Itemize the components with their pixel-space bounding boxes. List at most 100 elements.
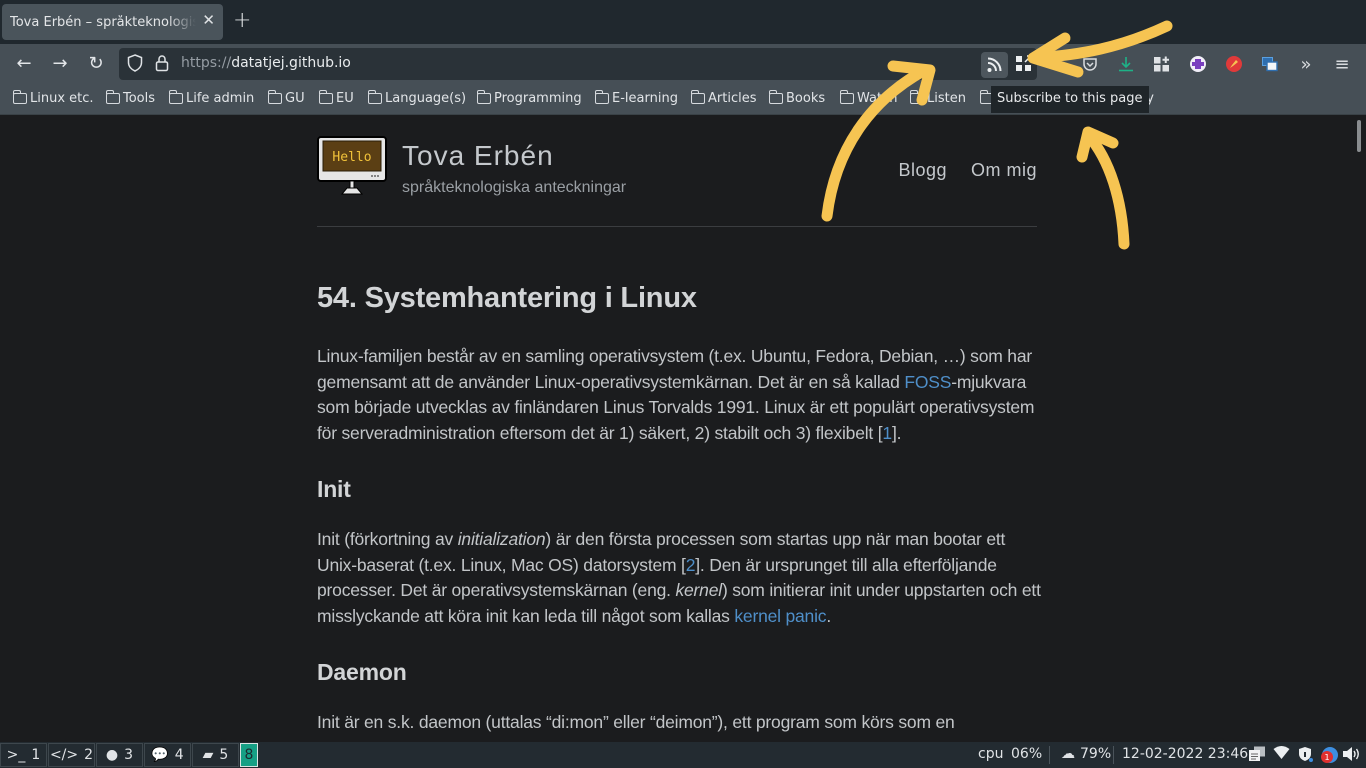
reference-link[interactable]: 2 xyxy=(686,555,696,575)
scrollbar[interactable] xyxy=(1352,116,1366,742)
site-nav: Blogg Om mig xyxy=(898,160,1037,181)
code-icon: </> xyxy=(49,747,79,763)
workspace-number: 3 xyxy=(124,747,134,763)
divider xyxy=(1113,746,1114,764)
bookmark-folder[interactable]: Books xyxy=(769,90,826,106)
reload-icon[interactable]: ↻ xyxy=(84,52,108,76)
folder-icon xyxy=(268,90,282,104)
extensions-icon[interactable] xyxy=(1150,52,1174,76)
url-bar[interactable]: https://datatjej.github.io xyxy=(119,48,1037,80)
section-heading-init: Init xyxy=(317,476,351,502)
folder-icon xyxy=(169,90,183,104)
bookmark-folder[interactable]: Programming xyxy=(477,90,582,106)
bookmark-folder[interactable]: Watch xyxy=(840,90,898,106)
url-host: datatjej.github.io xyxy=(231,55,351,71)
folder-icon xyxy=(691,90,705,104)
workspace-number: 4 xyxy=(174,747,184,763)
url-text[interactable]: https://datatjej.github.io xyxy=(181,55,351,71)
workspace-number: 2 xyxy=(84,747,94,763)
notification-count: 1 xyxy=(1324,753,1329,762)
bookmark-folder[interactable]: EU xyxy=(319,90,354,106)
plus-icon[interactable]: + xyxy=(233,8,251,33)
emphasis: initialization xyxy=(457,529,546,549)
arrow-right-icon[interactable]: → xyxy=(48,52,72,76)
workspace-5[interactable]: ▰ 5 xyxy=(192,743,239,767)
bookmark-label: Articles xyxy=(708,91,757,106)
folder-icon xyxy=(595,90,609,104)
bookmark-label: Life admin xyxy=(186,91,255,106)
bookmark-folder[interactable]: Linux etc. xyxy=(13,90,94,106)
link-foss[interactable]: FOSS xyxy=(904,372,951,392)
workspace-3[interactable]: ● 3 xyxy=(96,743,143,767)
workspace-number: 1 xyxy=(31,747,41,763)
folder-icon xyxy=(106,90,120,104)
tab-bar: Tova Erbén – språkteknologiska antecknin… xyxy=(0,0,1366,44)
site-logo[interactable]: Hello xyxy=(317,136,387,196)
workspace-active[interactable]: 8 xyxy=(240,743,258,767)
close-icon[interactable]: ✕ xyxy=(202,11,215,29)
shield-icon[interactable] xyxy=(127,54,143,76)
terminal-icon: >_ xyxy=(6,747,26,763)
rss-icon xyxy=(987,57,1002,72)
nav-link-blogg[interactable]: Blogg xyxy=(898,160,947,181)
workspace-1[interactable]: >_ 1 xyxy=(0,743,47,767)
overflow-chevrons-icon[interactable]: » xyxy=(1294,52,1318,76)
site-title[interactable]: Tova Erbén xyxy=(402,140,554,172)
scroll-thumb[interactable] xyxy=(1357,120,1361,152)
bookmark-label: GU xyxy=(285,91,305,106)
site-subtitle: språkteknologiska anteckningar xyxy=(402,179,627,196)
volume-icon[interactable] xyxy=(1342,746,1362,766)
rss-subscribe-button[interactable] xyxy=(981,52,1008,78)
wifi-icon[interactable] xyxy=(1273,746,1290,764)
bookmark-folder[interactable]: Tools xyxy=(106,90,156,106)
text: Init (förkortning av xyxy=(317,529,458,549)
article: 54. Systemhantering i Linux Linux-familj… xyxy=(317,276,1042,736)
bookmark-folder[interactable]: GU xyxy=(268,90,305,106)
cpu-value: 06% xyxy=(1011,746,1043,762)
bookmark-label: Tools xyxy=(123,91,156,106)
globe-icon: ● xyxy=(105,747,119,763)
emphasis: kernel xyxy=(675,580,722,600)
multi-window-icon[interactable] xyxy=(1258,52,1282,76)
arrow-left-icon[interactable]: ← xyxy=(12,52,36,76)
section-heading-daemon: Daemon xyxy=(317,659,407,685)
folder-icon xyxy=(769,90,783,104)
shield-icon[interactable] xyxy=(1298,746,1314,766)
bookmark-label: E-learning xyxy=(612,91,678,106)
taskbar: >_ 1 </> 2 ● 3 💬 4 ▰ 5 8 cpu 06% ☁ 79% 12-02-… xyxy=(0,742,1366,768)
bookmark-label: Programming xyxy=(494,91,582,106)
divider xyxy=(1049,746,1050,764)
folder-icon xyxy=(477,90,491,104)
workspace-2[interactable]: </> 2 xyxy=(48,743,95,767)
hamburger-menu-icon[interactable]: ≡ xyxy=(1330,52,1354,76)
download-icon[interactable] xyxy=(1114,52,1138,76)
workspace-4[interactable]: 💬 4 xyxy=(144,743,191,767)
text: ]. xyxy=(891,422,902,443)
bookmark-label: Watch xyxy=(857,91,898,106)
lock-icon[interactable] xyxy=(155,54,169,76)
clock[interactable]: 12-02-2022 23:46 xyxy=(1122,746,1248,762)
nav-link-om-mig[interactable]: Om mig xyxy=(971,160,1037,181)
bookmark-folder[interactable]: Listen xyxy=(910,90,966,106)
clipboard-icon[interactable] xyxy=(1248,746,1266,766)
bookmark-folder[interactable]: E-learning xyxy=(595,90,678,106)
browser-tab[interactable]: Tova Erbén – språkteknologiska antecknin… xyxy=(2,4,223,40)
notification-icon[interactable]: 1 xyxy=(1319,746,1339,768)
reference-link[interactable]: 1 xyxy=(882,423,892,443)
bookmark-folder[interactable]: Life admin xyxy=(169,90,255,106)
bookmark-folder[interactable]: Language(s) xyxy=(368,90,467,106)
bookmark-label: Linux etc. xyxy=(30,91,94,106)
highlighter-icon[interactable] xyxy=(1222,52,1246,76)
bookmark-folder[interactable]: Articles xyxy=(691,90,757,106)
page-content: Hello Tova Erbén språkteknologiska antec… xyxy=(0,116,1352,742)
cpu-label: cpu xyxy=(978,746,1004,762)
privacy-badger-icon[interactable] xyxy=(1186,52,1210,76)
folder-icon xyxy=(840,90,854,104)
chat-icon: 💬 xyxy=(151,747,169,763)
logo-text: Hello xyxy=(332,150,371,165)
bookmark-label: Books xyxy=(786,91,826,106)
qr-code-icon[interactable] xyxy=(1012,52,1036,76)
bookmark-label: Language(s) xyxy=(385,91,467,106)
link-kernel-panic[interactable]: kernel panic xyxy=(734,606,826,626)
pocket-icon[interactable] xyxy=(1078,52,1102,76)
